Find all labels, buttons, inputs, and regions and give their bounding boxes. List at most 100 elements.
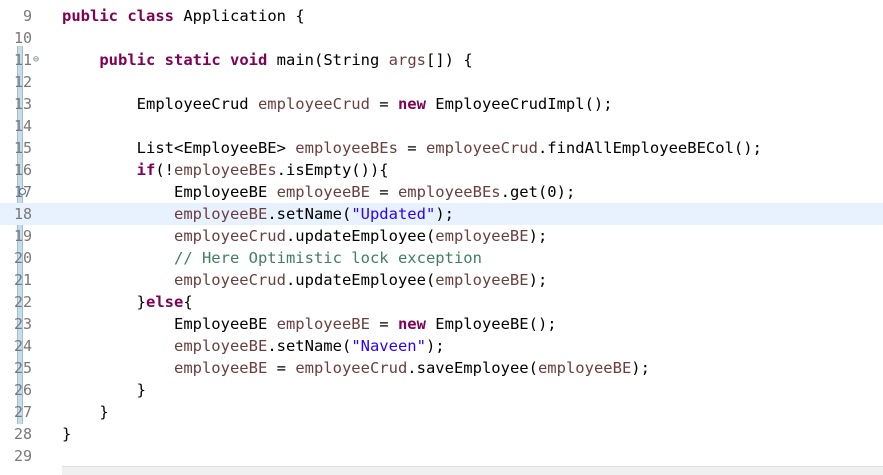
code-line[interactable]: 16 if(!employeeBEs.isEmpty()){ [0, 159, 883, 181]
code-token: EmployeeBE [62, 315, 277, 333]
code-token: .setName( [267, 337, 352, 355]
code-text[interactable]: public class Application { [62, 5, 305, 27]
code-token: new [397, 315, 426, 333]
code-token: employeeBEs [397, 183, 501, 201]
code-text[interactable]: if(!employeeBEs.isEmpty()){ [62, 159, 389, 181]
code-token: // Here Optimistic lock exception [173, 249, 482, 267]
code-line[interactable]: 28} [0, 423, 883, 445]
code-token: Application { [174, 7, 305, 25]
code-token: if [136, 161, 156, 179]
line-number[interactable]: 11 [0, 49, 32, 71]
line-number[interactable]: 29 [0, 445, 32, 467]
code-text[interactable]: EmployeeCrud employeeCrud = new Employee… [62, 93, 613, 115]
line-number[interactable]: 20 [0, 247, 32, 269]
line-number[interactable]: 24 [0, 335, 32, 357]
code-line[interactable]: 12 [0, 71, 883, 93]
code-text[interactable]: } [62, 423, 71, 445]
code-token: static [164, 51, 221, 69]
code-token: = [397, 139, 426, 157]
line-number[interactable]: 17 [0, 181, 32, 203]
code-line[interactable]: 20 // Here Optimistic lock exception [0, 247, 883, 269]
code-token: EmployeeCrud [62, 95, 258, 113]
code-token: = [369, 95, 398, 113]
code-editor[interactable]: 9 public class Application { 10 11 ⊖ public … [0, 0, 883, 475]
line-number[interactable]: 21 [0, 269, 32, 291]
code-token: EmployeeBE(); [425, 315, 557, 333]
code-token: else [146, 293, 184, 311]
code-line[interactable]: 22 }else{ [0, 291, 883, 313]
code-line[interactable]: 24 employeeBE.setName("Naveen"); [0, 335, 883, 357]
code-text[interactable]: public static void main(String args[]) { [62, 49, 472, 71]
fold-collapse-icon[interactable]: ⊖ [33, 49, 39, 71]
code-text[interactable]: employeeCrud.updateEmployee(employeeBE); [62, 269, 547, 291]
code-token: List<EmployeeBE> [62, 139, 296, 157]
line-number[interactable]: 23 [0, 313, 32, 335]
line-number[interactable]: 28 [0, 423, 32, 445]
code-text[interactable]: List<EmployeeBE> employeeBEs = employeeC… [62, 137, 762, 159]
code-line[interactable]: 18 employeeBE.setName("Updated"); [0, 203, 883, 225]
line-number[interactable]: 26 [0, 379, 32, 401]
code-token: args [388, 51, 426, 69]
line-number[interactable]: 19 [0, 225, 32, 247]
code-line[interactable]: 17 EmployeeBE employeeBE = employeeBEs.g… [0, 181, 883, 203]
code-token: ); [425, 337, 445, 355]
line-number[interactable]: 22 [0, 291, 32, 313]
code-line[interactable]: 13 EmployeeCrud employeeCrud = new Emplo… [0, 93, 883, 115]
code-text[interactable]: employeeBE.setName("Naveen"); [62, 335, 445, 357]
code-token: ); [631, 359, 650, 377]
code-token: .updateEmployee( [285, 227, 436, 245]
code-line[interactable]: 10 [0, 27, 883, 49]
line-number[interactable]: 12 [0, 71, 32, 93]
line-number[interactable]: 10 [0, 27, 32, 49]
code-text[interactable]: employeeCrud.updateEmployee(employeeBE); [62, 225, 547, 247]
code-text[interactable]: }else{ [62, 291, 193, 313]
code-text[interactable]: employeeBE.setName("Updated"); [62, 203, 454, 225]
code-text[interactable]: // Here Optimistic lock exception [62, 247, 482, 269]
code-line[interactable]: 25 employeeBE = employeeCrud.saveEmploye… [0, 357, 883, 379]
code-text[interactable]: EmployeeBE employeeBE = new EmployeeBE()… [62, 313, 557, 335]
code-line[interactable]: 29 [0, 445, 883, 467]
code-line[interactable]: 19 employeeCrud.updateEmployee(employeeB… [0, 225, 883, 247]
code-line[interactable]: 15 List<EmployeeBE> employeeBEs = employ… [0, 137, 883, 159]
code-line[interactable]: 14 [0, 115, 883, 137]
code-token: .saveEmployee( [407, 359, 538, 377]
code-token: public [62, 7, 118, 25]
code-token: void [230, 51, 268, 69]
code-line[interactable]: 23 EmployeeBE employeeBE = new EmployeeB… [0, 313, 883, 335]
line-number[interactable]: 15 [0, 137, 32, 159]
code-token: "Updated" [351, 205, 436, 223]
code-text[interactable]: EmployeeBE employeeBE = employeeBEs.get(… [62, 181, 575, 203]
code-token: employeeBEs [295, 139, 398, 157]
line-number[interactable]: 25 [0, 357, 32, 379]
code-text[interactable]: employeeBE = employeeCrud.saveEmployee(e… [62, 357, 650, 379]
code-token: class [127, 7, 175, 25]
code-line[interactable]: 26 } [0, 379, 883, 401]
code-token: employeeBE [173, 359, 268, 377]
line-number[interactable]: 14 [0, 115, 32, 137]
code-text[interactable]: } [62, 401, 108, 423]
code-token: employeeBE [276, 183, 370, 201]
code-token: = [369, 315, 398, 333]
code-text[interactable]: } [62, 379, 146, 401]
line-number[interactable]: 18 [0, 203, 32, 225]
code-line[interactable]: 9 public class Application { [0, 5, 883, 27]
line-number[interactable]: 27 [0, 401, 32, 423]
code-token: ); [528, 227, 548, 245]
code-token: employeeCrud [173, 271, 286, 289]
code-token: employeeBE [537, 359, 632, 377]
code-token: .setName( [267, 205, 352, 223]
code-line[interactable]: 11 ⊖ public static void main(String args[… [0, 49, 883, 71]
code-line[interactable]: 21 employeeCrud.updateEmployee(employeeB… [0, 269, 883, 291]
breakpoint-icon[interactable] [19, 188, 26, 195]
code-line[interactable]: 27 } [0, 401, 883, 423]
line-number[interactable]: 13 [0, 93, 32, 115]
line-number[interactable]: 16 [0, 159, 32, 181]
code-token: employeeCrud [257, 95, 370, 113]
line-number[interactable]: 9 [0, 5, 32, 27]
